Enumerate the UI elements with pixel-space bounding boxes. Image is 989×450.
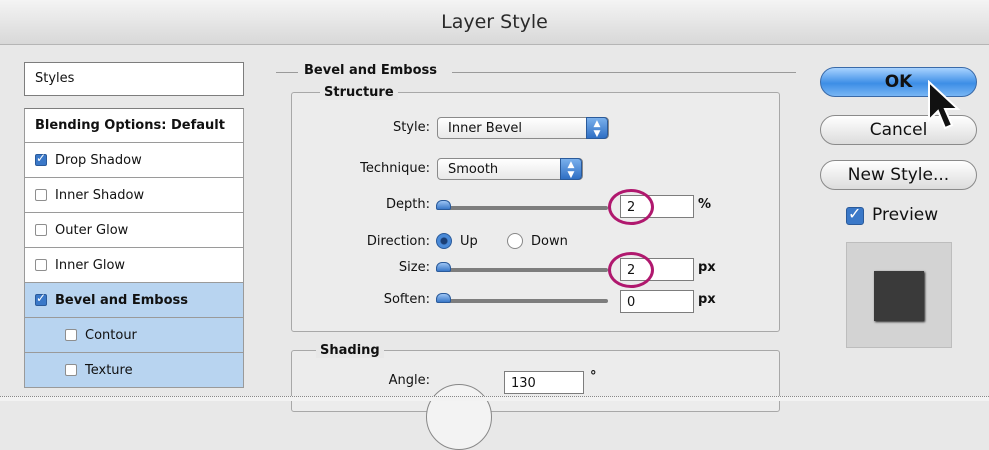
outer-glow-checkbox[interactable] [35,224,47,236]
style-item-inner-shadow[interactable]: Inner Shadow [24,178,244,213]
soften-label: Soften: [383,292,430,307]
depth-slider-knob[interactable] [436,200,451,210]
preview-checkbox[interactable] [846,204,864,225]
style-item-drop-shadow[interactable]: Drop Shadow [24,143,244,178]
style-item-label: Outer Glow [55,222,129,238]
drop-shadow-checkbox[interactable] [35,151,47,166]
texture-checkbox[interactable] [65,364,77,376]
soften-slider[interactable] [440,299,608,303]
angle-field[interactable]: 130 [504,371,584,394]
soften-unit: px [698,292,716,307]
group-rule-left [276,72,298,73]
group-rule-right [452,72,796,73]
size-highlight-ring [608,252,654,288]
style-item-bevel-and-emboss[interactable]: Bevel and Emboss [24,283,244,318]
direction-down-label: Down [531,234,568,249]
structure-title: Structure [320,85,398,100]
style-item-label: Inner Glow [55,257,126,273]
angle-dial[interactable] [426,384,492,450]
depth-slider[interactable] [440,206,608,210]
size-slider-knob[interactable] [436,262,451,272]
size-label: Size: [398,260,430,275]
contour-checkbox[interactable] [65,329,77,341]
style-item-label: Drop Shadow [55,152,142,168]
mouse-pointer-icon [927,79,963,136]
soften-field[interactable]: 0 [620,290,694,313]
select-arrows-icon: ▲ ▼ [586,117,608,139]
technique-select[interactable]: Smooth ▲ ▼ [437,158,583,180]
size-unit: px [698,260,716,275]
depth-unit: % [698,197,712,212]
style-label: Style: [392,120,430,135]
style-item-outer-glow[interactable]: Outer Glow [24,213,244,248]
style-item-contour[interactable]: Contour [24,318,244,353]
direction-up-radio[interactable] [436,233,452,249]
style-item-inner-glow[interactable]: Inner Glow [24,248,244,283]
bevel-emboss-title: Bevel and Emboss [304,63,437,78]
soften-slider-knob[interactable] [436,293,451,303]
angle-label: Angle: [388,373,430,388]
direction-down-radio[interactable] [507,233,523,249]
bevel-and-emboss-checkbox[interactable] [35,291,47,306]
style-item-label: Texture [85,362,133,378]
window-bottom-edge [0,396,989,401]
direction-up-label: Up [460,234,478,249]
inner-glow-checkbox[interactable] [35,259,47,271]
shading-title: Shading [316,343,384,358]
inner-shadow-checkbox[interactable] [35,189,47,201]
new-style-button[interactable]: New Style... [820,160,977,190]
title-bar: Layer Style [0,0,989,45]
preview-label: Preview [872,205,939,225]
angle-unit: ° [590,369,597,384]
technique-select-value: Smooth [448,162,499,177]
style-item-label: Blending Options: Default [35,118,225,133]
styles-header[interactable]: Styles [24,62,244,96]
style-item-texture[interactable]: Texture [24,353,244,388]
direction-label: Direction: [366,234,430,249]
depth-label: Depth: [386,197,430,212]
style-select[interactable]: Inner Bevel ▲ ▼ [437,117,609,139]
style-select-value: Inner Bevel [448,121,523,136]
preview-swatch [874,271,924,321]
styles-panel: Styles Blending Options: Default Drop Sh… [24,62,258,402]
select-arrows-icon: ▲ ▼ [560,158,582,180]
style-item-label: Contour [85,327,137,343]
style-list: Blending Options: Default Drop Shadow In… [24,108,244,388]
style-item-label: Bevel and Emboss [55,292,188,308]
depth-highlight-ring [608,189,654,225]
style-item-label: Inner Shadow [55,187,145,203]
technique-label: Technique: [360,161,430,176]
style-item-blending-options[interactable]: Blending Options: Default [24,108,244,143]
window-title: Layer Style [441,11,548,33]
size-slider[interactable] [440,268,608,272]
